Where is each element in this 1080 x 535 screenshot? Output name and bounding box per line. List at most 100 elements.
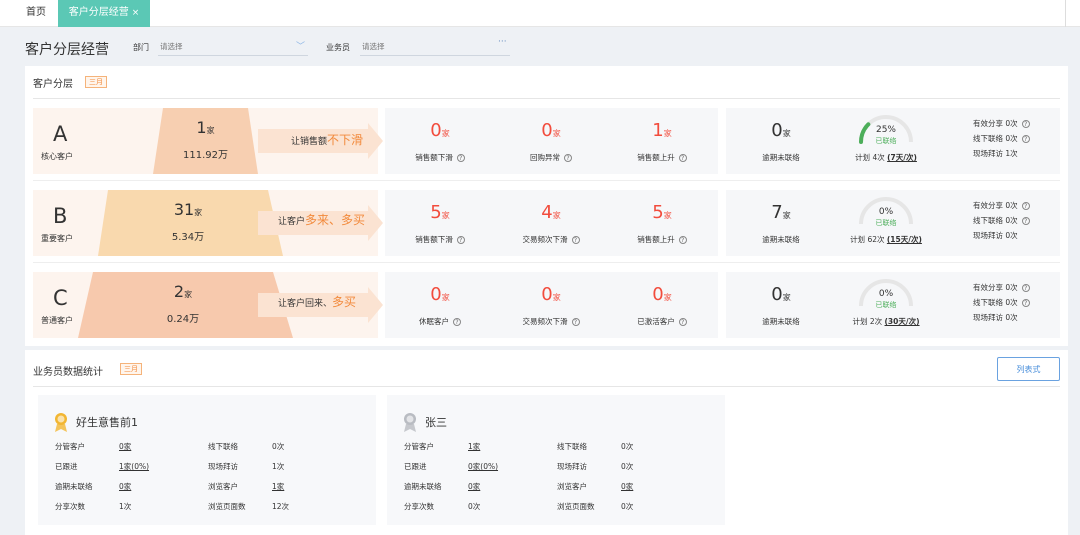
salesperson-name: 好生意售前1 (76, 416, 138, 429)
gauge-percent: 0% (878, 207, 894, 217)
period-badge[interactable]: 三月 (120, 363, 142, 375)
help-icon[interactable]: ? (1021, 217, 1030, 225)
goal-emphasis: 不下滑 (327, 133, 364, 147)
field-label: 现场拜访 (208, 462, 238, 471)
help-icon[interactable]: ? (456, 154, 465, 162)
help-icon[interactable]: ? (678, 154, 687, 162)
field-value[interactable]: 0家 (468, 481, 480, 492)
stat-value[interactable]: 0家 (607, 284, 717, 305)
tier-row-a: A 核心客户 1家 111.92万 让销售额不下滑 0家 销售额下滑? 0家 回购异常? 1家 销售… (33, 108, 1060, 174)
stat-unit: 家 (552, 293, 561, 302)
help-icon[interactable]: ? (1021, 135, 1030, 143)
field-value[interactable]: 0家 (119, 441, 131, 452)
period-badge[interactable]: 三月 (85, 76, 107, 88)
plan-frequency-link[interactable]: (30天/次) (885, 317, 920, 326)
stat-number: 4 (541, 202, 553, 223)
stat-label: 销售额下滑? (385, 234, 495, 245)
tab-customer-tiers[interactable]: 客户分层经营 × (58, 0, 150, 27)
stat-label-text: 回购异常 (530, 153, 560, 162)
stat-value[interactable]: 5家 (607, 202, 717, 223)
help-icon[interactable]: ? (1021, 120, 1030, 128)
count-value: 1 (196, 118, 207, 137)
metric-text: 现场拜访 0次 (973, 231, 1018, 240)
overdue-unit: 家 (782, 211, 791, 220)
help-icon[interactable]: ? (571, 318, 580, 326)
close-icon[interactable]: × (132, 8, 140, 18)
help-icon[interactable]: ? (1021, 299, 1030, 307)
field-label: 线下联络 (557, 442, 587, 451)
stat-label: 交易频次下滑? (496, 234, 606, 245)
stat-number: 0 (430, 284, 442, 305)
field-value: 0次 (621, 462, 634, 471)
stat-unit: 家 (663, 293, 672, 302)
tier-customer-count[interactable]: 2家 (123, 282, 243, 301)
tier-sales-amount: 0.24万 (166, 314, 200, 325)
stat-value[interactable]: 0家 (496, 120, 606, 141)
goal-emphasis: 多来、多买 (305, 213, 366, 227)
field-value[interactable]: 0家(0%) (468, 461, 498, 472)
tier-row-b: B 重要客户 31家 5.34万 让客户多来、多买 5家 销售额下滑? 4家 交易频次下滑? 5家… (33, 190, 1060, 256)
more-icon[interactable]: ··· (498, 37, 507, 47)
help-icon[interactable]: ? (564, 154, 572, 162)
overdue-unit: 家 (782, 129, 791, 138)
contact-metric: 有效分享 0次? (973, 282, 1030, 293)
help-icon[interactable]: ? (678, 236, 687, 244)
tier-customer-count[interactable]: 31家 (128, 200, 248, 219)
field-value[interactable]: 1家 (272, 481, 284, 492)
contact-plan: 计划 4次 (7天/次) (826, 152, 946, 163)
stat-label: 销售额上升? (607, 234, 717, 245)
stat-value[interactable]: 4家 (496, 202, 606, 223)
stat-value[interactable]: 0家 (496, 284, 606, 305)
gauge-percent: 25% (875, 125, 896, 135)
tab-home[interactable]: 首页 (14, 0, 58, 27)
dept-select[interactable] (158, 38, 308, 56)
field-label: 分享次数 (55, 502, 85, 511)
sales-section-title: 业务员数据统计 (33, 367, 103, 378)
help-icon[interactable]: ? (1021, 202, 1030, 210)
help-icon[interactable]: ? (456, 236, 465, 244)
tier-row-c: C 普通客户 2家 0.24万 让客户回来、多买 0家 休眠客户? 0家 交易频次下滑? 0家 已激… (33, 272, 1060, 338)
field-value: 1次 (119, 502, 132, 511)
stat-value[interactable]: 0家 (385, 284, 495, 305)
count-unit: 家 (194, 208, 203, 217)
plan-frequency-link[interactable]: (7天/次) (887, 153, 917, 162)
tier-sales-amount: 111.92万 (183, 150, 228, 161)
help-icon[interactable]: ? (1021, 284, 1030, 292)
plan-frequency-link[interactable]: (15天/次) (887, 235, 922, 244)
help-icon[interactable]: ? (453, 318, 461, 326)
divider (33, 386, 1060, 387)
stat-value[interactable]: 1家 (607, 120, 717, 141)
contact-metric: 线下联络 0次? (973, 133, 1030, 144)
tier-level-block: A 核心客户 1家 111.92万 让销售额不下滑 (33, 108, 383, 174)
goal-emphasis: 多买 (332, 295, 357, 309)
metric-text: 线下联络 0次 (973, 216, 1018, 225)
field-value[interactable]: 0家 (621, 481, 633, 492)
tier-customer-count[interactable]: 1家 (146, 118, 266, 137)
field-value[interactable]: 0家 (119, 481, 131, 492)
chevron-down-icon[interactable]: ﹀ (296, 39, 305, 52)
help-icon[interactable]: ? (571, 236, 580, 244)
list-view-button[interactable]: 列表式 (997, 357, 1060, 381)
field-label: 分管客户 (55, 442, 85, 451)
overdue-value[interactable]: 7家 (726, 202, 836, 223)
field-value: 0次 (468, 502, 481, 511)
field-value[interactable]: 1家 (468, 441, 480, 452)
field-value[interactable]: 1家(0%) (119, 461, 149, 472)
goal-prefix: 让销售额 (291, 137, 328, 147)
stat-label: 交易频次下滑? (496, 316, 606, 327)
overdue-value[interactable]: 0家 (726, 284, 836, 305)
tier-stats-panel: 5家销售额下滑? 4家交易频次下滑? 5家销售额上升? (385, 190, 718, 256)
metric-text: 现场拜访 1次 (973, 149, 1018, 158)
stat-number: 0 (541, 284, 553, 305)
gauge-label: 已联络 (875, 301, 897, 309)
stat-label-text: 交易频次下滑 (522, 317, 568, 326)
field-label: 现场拜访 (557, 462, 587, 471)
tier-goal-text: 让销售额不下滑 (291, 131, 363, 148)
help-icon[interactable]: ? (678, 318, 687, 326)
salesperson-select[interactable] (360, 38, 510, 56)
overdue-value[interactable]: 0家 (726, 120, 836, 141)
tab-label: 客户分层经营 (68, 7, 129, 18)
contact-plan: 计划 2次 (30天/次) (826, 316, 946, 327)
stat-value[interactable]: 0家 (385, 120, 495, 141)
stat-value[interactable]: 5家 (385, 202, 495, 223)
